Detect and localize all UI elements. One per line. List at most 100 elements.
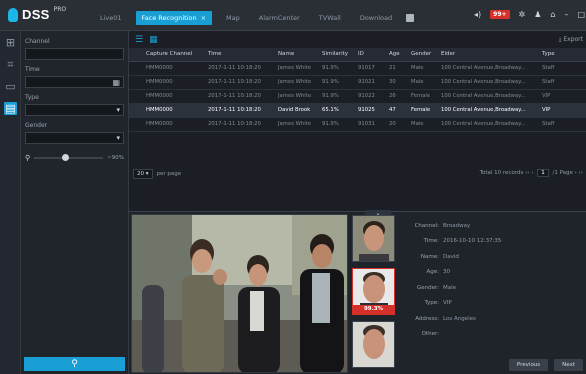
prev-page-icon[interactable]: ‹‹ ‹ bbox=[525, 170, 535, 176]
user-icon[interactable]: ♟ bbox=[534, 10, 541, 19]
row-checkbox[interactable] bbox=[129, 103, 143, 118]
table-cell: 2017-1-11 10:18:20 bbox=[205, 117, 275, 132]
column-header: ID bbox=[355, 48, 386, 62]
top-bar: DSS PRO Live01 Face Recognition × Map Ala… bbox=[0, 0, 586, 31]
scan-icon[interactable]: ⌗ bbox=[4, 58, 17, 71]
table-row[interactable]: HMM0000 2017-1-11 10:18:20 James White 91.9… bbox=[129, 117, 586, 132]
info-age: Age: 30 bbox=[426, 269, 451, 276]
capture-face-image bbox=[353, 216, 394, 261]
page-input[interactable]: 1 bbox=[537, 168, 549, 177]
add-tab-icon[interactable] bbox=[406, 14, 415, 22]
table-row[interactable]: HMM0000 2017-1-11 10:18:20 James White 91.9… bbox=[129, 61, 586, 76]
face-thumbnails: 99.3% bbox=[352, 215, 397, 374]
per-page-label: per page bbox=[156, 170, 182, 177]
tab-live[interactable]: Live01 bbox=[95, 12, 127, 24]
speaker-icon[interactable]: ◂) bbox=[474, 10, 481, 19]
page-nav: Total 10 records ‹‹ ‹ 1 /1 Page › ›› bbox=[480, 168, 583, 177]
calendar-icon[interactable]: ▦ bbox=[112, 78, 120, 87]
tab-download[interactable]: Download bbox=[355, 12, 397, 24]
column-header: Similarity bbox=[319, 48, 355, 62]
table-cell: 91.9% bbox=[319, 89, 355, 104]
table-cell: HMM0000 bbox=[143, 103, 205, 118]
slider-knob[interactable] bbox=[61, 154, 69, 161]
select-all-checkbox[interactable] bbox=[129, 48, 143, 62]
previous-button[interactable]: Previous bbox=[508, 359, 549, 371]
table-cell: HMM0000 bbox=[143, 61, 205, 76]
chevron-down-icon: ▾ bbox=[116, 106, 120, 114]
table-cell: 91025 bbox=[355, 103, 386, 118]
tab-tvwall[interactable]: TVWall bbox=[314, 12, 346, 24]
table-cell: 100 Central Avenue,Broadway... bbox=[438, 61, 539, 76]
channel-field[interactable] bbox=[25, 48, 124, 60]
row-checkbox[interactable] bbox=[129, 61, 143, 76]
column-header: Age bbox=[386, 48, 408, 62]
restore-icon[interactable]: □ bbox=[577, 10, 585, 19]
column-header: Time bbox=[205, 48, 275, 62]
face-thumb-3[interactable] bbox=[352, 321, 395, 368]
table-header: Capture Channel Time Name Similarity ID Age Ge… bbox=[129, 48, 586, 62]
next-page-icon[interactable]: › ›› bbox=[575, 170, 583, 176]
minimize-icon[interactable]: – bbox=[564, 10, 568, 19]
settings-icon[interactable]: ✲ bbox=[519, 10, 526, 19]
scene-photo bbox=[131, 214, 348, 373]
table-cell: HMM0000 bbox=[143, 117, 205, 132]
table-row[interactable]: HMM0000 2017-1-11 10:18:20 David Brook 65.1… bbox=[129, 103, 586, 118]
detail-panel: ⌄ 99.3% Channel: Broadway Time: 2016-10-… bbox=[129, 210, 586, 374]
similarity-tag: 99.3% bbox=[353, 305, 394, 314]
type-select[interactable]: ▾ bbox=[25, 104, 124, 116]
help-icon[interactable]: ⌂ bbox=[550, 10, 555, 19]
gender-select[interactable]: ▾ bbox=[25, 132, 124, 144]
page-count: /1 Page bbox=[552, 169, 573, 176]
time-field[interactable]: ▦ bbox=[25, 76, 124, 88]
similarity-value: ~90% bbox=[107, 155, 124, 161]
logo-mark-icon bbox=[8, 7, 18, 22]
slider-track[interactable] bbox=[34, 154, 104, 161]
search-button[interactable]: ⚲ bbox=[24, 357, 125, 371]
tab-face-recognition[interactable]: Face Recognition × bbox=[135, 11, 213, 25]
table-cell: Male bbox=[408, 75, 438, 90]
channel-label: Channel bbox=[25, 38, 50, 45]
column-header: Capture Channel bbox=[143, 48, 205, 62]
row-checkbox[interactable] bbox=[129, 117, 143, 132]
table-row[interactable]: HMM0000 2017-1-11 10:18:20 James White 91.9… bbox=[129, 75, 586, 90]
export-button[interactable]: ⤓ Export bbox=[559, 36, 583, 44]
info-other: Other: bbox=[421, 331, 439, 338]
table-cell: 21 bbox=[386, 61, 408, 76]
topbar-right: ◂) 99+ ✲ ♟ ⌂ – □ bbox=[474, 10, 585, 19]
filter-panel: Channel Time ▦ Type ▾ Gender ▾ ⚲ ~90% ⚲ bbox=[21, 31, 129, 374]
tab-alarm-center[interactable]: AlarmCenter bbox=[254, 12, 305, 24]
table-cell: David Brook bbox=[275, 103, 319, 118]
time-label: Time bbox=[25, 66, 40, 73]
type-label: Type bbox=[25, 94, 39, 101]
table-cell: 100 Central Avenue,Broadway... bbox=[438, 89, 539, 104]
info-gender: Gender: Male bbox=[416, 284, 457, 291]
row-checkbox[interactable] bbox=[129, 89, 143, 104]
capture-face-thumb[interactable] bbox=[352, 215, 395, 262]
list-view-icon[interactable]: ☰ bbox=[135, 35, 143, 45]
grid-view-icon[interactable]: ▦ bbox=[149, 35, 158, 45]
table-cell: 91021 bbox=[355, 75, 386, 90]
column-header: Type bbox=[539, 48, 586, 62]
table-cell: 20 bbox=[386, 117, 408, 132]
tab-map[interactable]: Map bbox=[221, 12, 245, 24]
next-button[interactable]: Next bbox=[554, 359, 583, 371]
table-cell: Female bbox=[408, 89, 438, 104]
table-cell: 2017-1-11 10:18:20 bbox=[205, 103, 275, 118]
row-checkbox[interactable] bbox=[129, 75, 143, 90]
main-content: ☰ ▦ ⤓ Export Capture Channel Time Name Simi… bbox=[129, 31, 586, 374]
per-page-select[interactable]: 20 ▾ bbox=[133, 168, 153, 179]
table-body: HMM0000 2017-1-11 10:18:20 James White 91.9… bbox=[129, 61, 586, 132]
record-list-icon[interactable]: ▤ bbox=[4, 102, 17, 115]
table-cell: 47 bbox=[386, 103, 408, 118]
info-address: Address: Los Angeles bbox=[415, 315, 476, 322]
table-row[interactable]: HMM0000 2017-1-11 10:18:20 James White 91.9… bbox=[129, 89, 586, 104]
camera-icon[interactable]: ▭ bbox=[4, 80, 17, 93]
face-search-icon[interactable]: ⊞ bbox=[4, 36, 17, 49]
alarm-count-badge[interactable]: 99+ bbox=[490, 10, 510, 19]
logo-text: DSS bbox=[22, 7, 50, 22]
similarity-slider[interactable]: ⚲ ~90% bbox=[25, 154, 124, 162]
close-icon[interactable]: × bbox=[201, 14, 206, 22]
similarity-icon: ⚲ bbox=[25, 154, 31, 162]
table-cell: Male bbox=[408, 61, 438, 76]
matched-face-thumb[interactable]: 99.3% bbox=[352, 268, 395, 315]
